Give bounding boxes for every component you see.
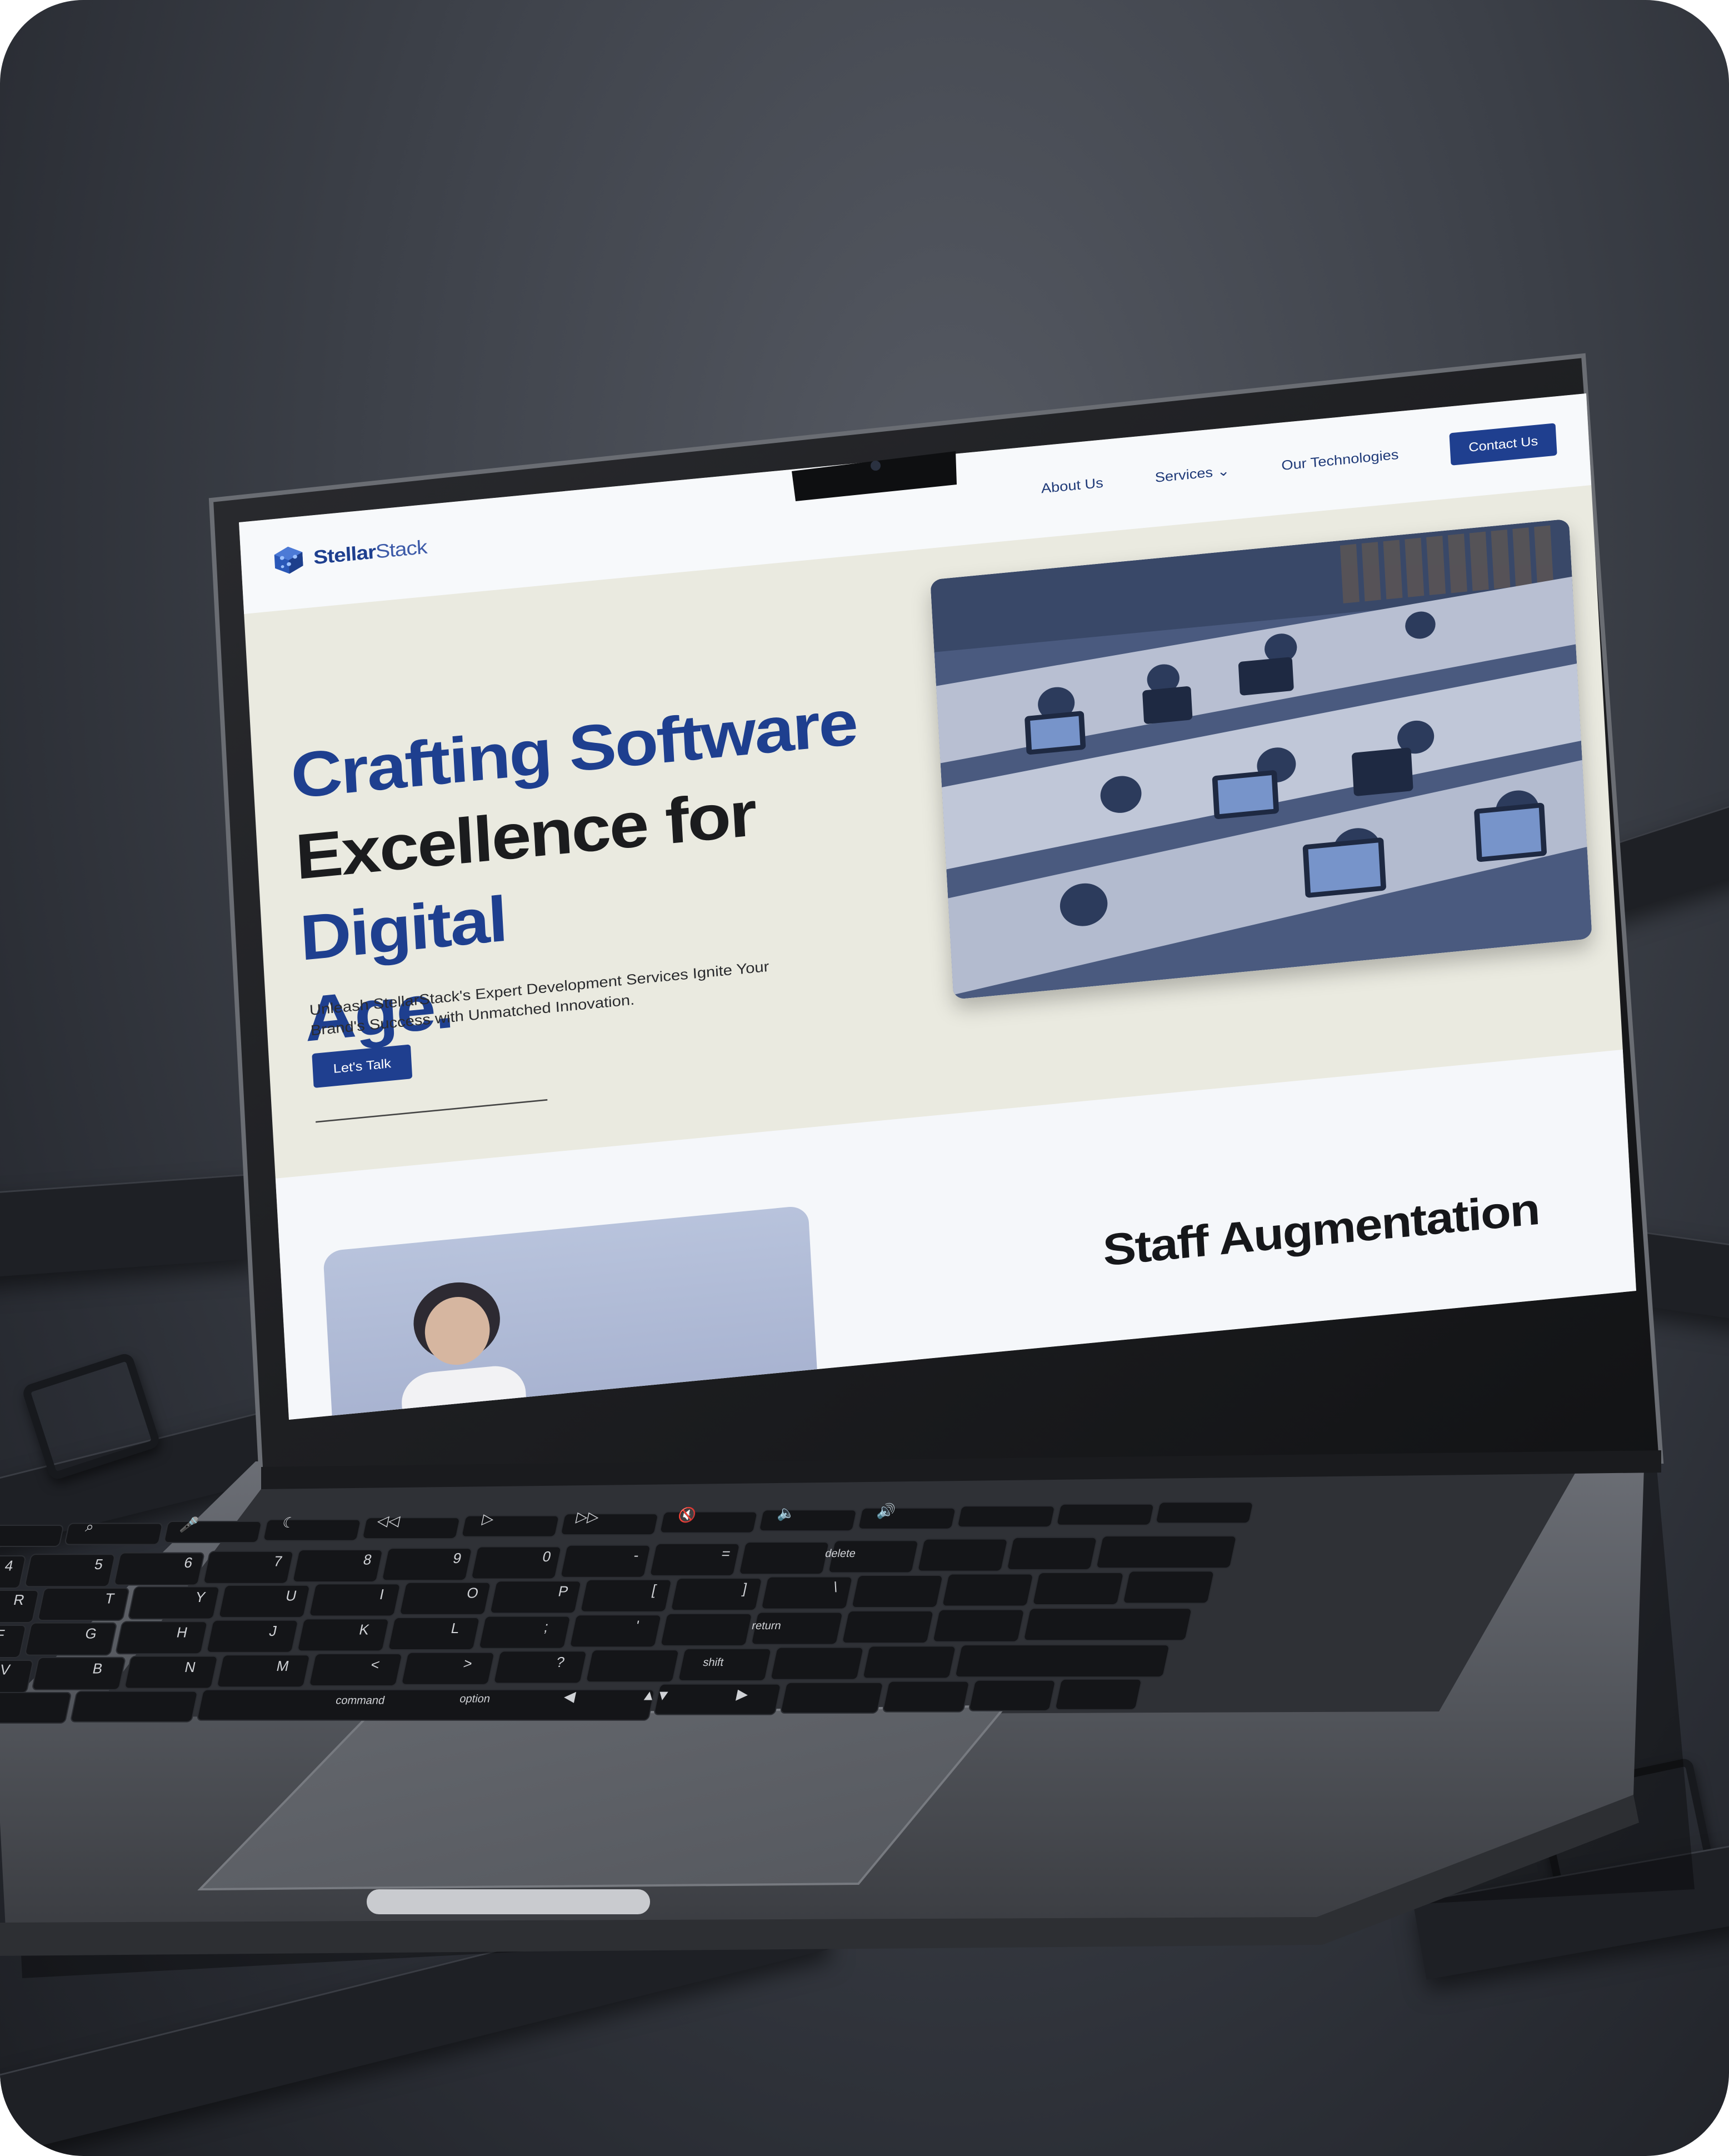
key-label: 🔇	[677, 1506, 698, 1523]
logo-bold-text: Stellar	[313, 541, 377, 568]
keyboard-key[interactable]	[957, 1505, 1056, 1528]
keyboard-key[interactable]	[38, 1588, 129, 1621]
key-label: command	[334, 1695, 386, 1707]
keyboard-key[interactable]	[1056, 1503, 1155, 1526]
section-title: Staff Augmentation	[1101, 1184, 1541, 1275]
front-notch	[367, 1889, 650, 1914]
keyboard-key[interactable]	[659, 1511, 758, 1534]
logo-thin-text: Stack	[374, 536, 428, 562]
hero-divider	[316, 1099, 548, 1123]
nav-services-label: Services	[1155, 465, 1213, 485]
nav-about-link[interactable]: About Us	[1041, 475, 1103, 496]
keyboard-key[interactable]	[917, 1538, 1008, 1572]
keyboard-key[interactable]	[0, 1525, 63, 1547]
keyboard-key[interactable]	[942, 1573, 1033, 1607]
keyboard-key[interactable]	[761, 1576, 853, 1610]
keyboard-key[interactable]	[479, 1615, 571, 1649]
keyboard-key[interactable]	[739, 1541, 829, 1575]
keyboard-key[interactable]	[842, 1610, 934, 1644]
key-label: delete	[824, 1548, 857, 1560]
nav-technologies-link[interactable]: Our Technologies	[1281, 447, 1399, 473]
keyboard-key[interactable]	[1096, 1535, 1237, 1569]
keyboard-key[interactable]	[206, 1619, 298, 1653]
keyboard-key[interactable]	[770, 1646, 864, 1680]
keyboard-key[interactable]	[1156, 1501, 1254, 1524]
keyboard-key[interactable]	[882, 1680, 970, 1713]
key-label: 🎤	[179, 1516, 201, 1533]
website: StellarStack About Us Services ⌄ Our Tec…	[239, 393, 1636, 1420]
keyboard-key[interactable]	[71, 1690, 198, 1723]
keyboard-key[interactable]	[64, 1523, 163, 1545]
contact-us-button[interactable]: Contact Us	[1449, 423, 1557, 466]
cube-logo-icon	[274, 546, 303, 574]
keyboard-key[interactable]	[493, 1650, 587, 1684]
key-label: ▲▼	[640, 1687, 672, 1704]
chevron-down-icon: ⌄	[1216, 463, 1230, 480]
keyboard-key[interactable]	[569, 1614, 662, 1648]
keyboard-key[interactable]	[124, 1655, 218, 1689]
keyboard-key[interactable]	[678, 1648, 772, 1681]
keyboard-key[interactable]	[1032, 1571, 1124, 1605]
key-label: shift	[702, 1656, 725, 1669]
nav-services-link[interactable]: Services ⌄	[1155, 462, 1230, 486]
keyboard-key[interactable]	[388, 1617, 480, 1651]
keyboard-key[interactable]	[116, 1621, 208, 1655]
keyboard-key[interactable]	[401, 1651, 494, 1685]
keyboard-key[interactable]	[586, 1649, 679, 1683]
keyboard-key[interactable]	[955, 1644, 1170, 1678]
keyboard-key[interactable]	[217, 1654, 310, 1688]
key-label: option	[458, 1693, 491, 1705]
keyboard-key[interactable]	[197, 1689, 654, 1721]
keyboard-key[interactable]	[932, 1609, 1025, 1643]
key-label: ◁◁	[376, 1513, 401, 1529]
keyboard-key[interactable]	[851, 1575, 943, 1609]
hero-title-line2-blue: Digital	[298, 883, 508, 974]
keyboard-key[interactable]	[1055, 1678, 1142, 1710]
keyboard-key[interactable]	[25, 1622, 117, 1656]
keyboard-key[interactable]	[0, 1691, 71, 1724]
key-label: return	[751, 1620, 782, 1632]
logo[interactable]: StellarStack	[271, 532, 428, 577]
keyboard-key[interactable]	[660, 1613, 752, 1646]
keyboard-key[interactable]	[461, 1515, 559, 1538]
keyboard-key[interactable]	[309, 1583, 401, 1617]
hero-office-photo	[930, 518, 1592, 1000]
key-label: 🔈	[776, 1505, 798, 1522]
keyboard-key[interactable]	[309, 1653, 402, 1686]
keyboard-key[interactable]	[780, 1681, 883, 1714]
keyboard-key[interactable]	[297, 1618, 389, 1652]
keyboard-key[interactable]	[968, 1679, 1056, 1711]
key-label: ▷▷	[575, 1509, 601, 1525]
keyboard-key[interactable]	[1007, 1536, 1097, 1570]
keyboard-key[interactable]	[1123, 1570, 1215, 1604]
keyboard-key[interactable]	[759, 1509, 857, 1532]
key-label: 🔊	[876, 1502, 897, 1520]
keyboard-key[interactable]	[580, 1579, 672, 1613]
keyboard-key[interactable]	[32, 1656, 126, 1690]
scene: esc☀☀⊞⌕🎤☾◁◁▷▷▷🔇🔈🔊~1234567890-=deletetabQ…	[0, 0, 1729, 2156]
keyboard-key[interactable]	[1023, 1608, 1192, 1641]
keyboard-key[interactable]	[654, 1683, 781, 1715]
keyboard-key[interactable]	[263, 1519, 361, 1541]
keyboard-key[interactable]	[858, 1507, 956, 1530]
laptop-screen: StellarStack About Us Services ⌄ Our Tec…	[239, 393, 1636, 1420]
keyboard-key[interactable]	[671, 1578, 762, 1611]
keyboard-key[interactable]	[862, 1645, 956, 1679]
